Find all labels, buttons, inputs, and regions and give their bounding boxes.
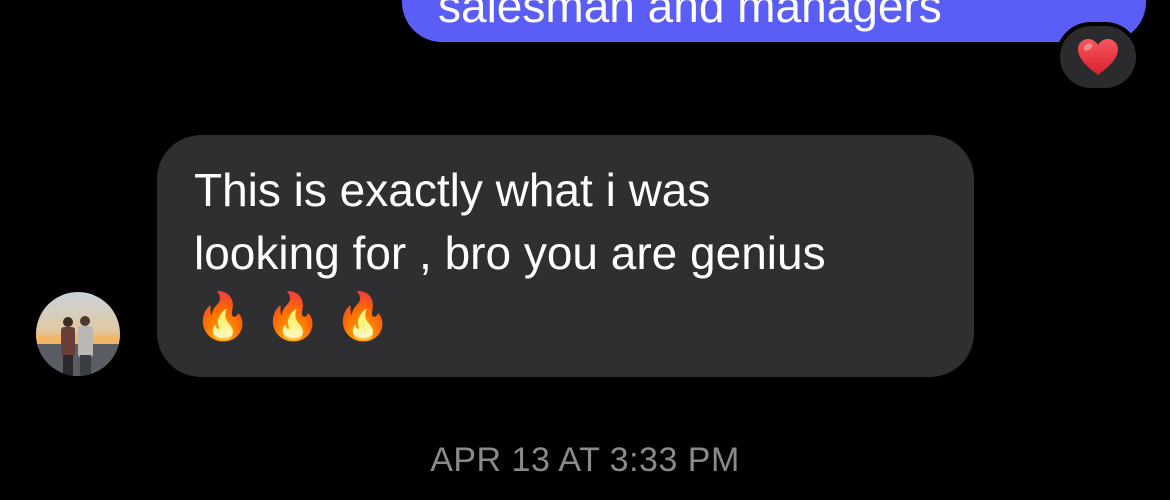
sender-avatar[interactable] — [36, 292, 120, 376]
message-timestamp: APR 13 AT 3:33 PM — [430, 441, 740, 479]
sent-message-bubble[interactable]: salesman and managers — [402, 0, 1146, 42]
received-message-text: This is exactly what i was looking for ,… — [194, 164, 826, 342]
received-message-bubble[interactable]: This is exactly what i was looking for ,… — [157, 135, 974, 377]
heart-reaction-badge[interactable] — [1056, 22, 1140, 92]
avatar-photo — [36, 292, 120, 376]
sent-message-text: salesman and managers — [438, 0, 942, 32]
heart-icon — [1078, 39, 1118, 75]
